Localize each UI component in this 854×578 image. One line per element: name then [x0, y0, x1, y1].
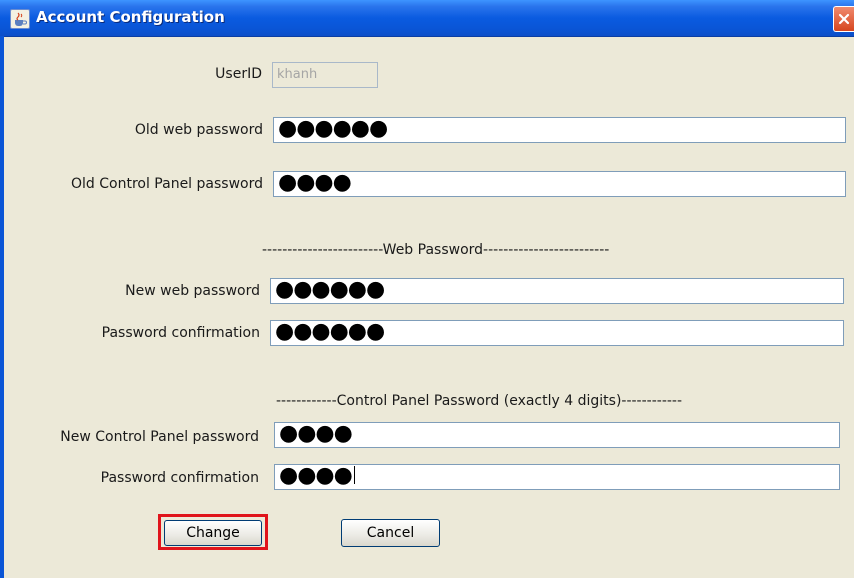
new-web-password-field[interactable]: ●●●●●● — [270, 278, 844, 304]
close-button[interactable] — [833, 6, 854, 32]
old-web-password-field[interactable]: ●●●●●● — [273, 117, 846, 143]
text-caret — [353, 466, 355, 484]
old-control-panel-password-label: Old Control Panel password — [71, 176, 263, 192]
userid-label: UserID — [215, 66, 262, 82]
web-password-confirmation-field[interactable]: ●●●●●● — [270, 320, 844, 346]
userid-field[interactable]: khanh — [272, 62, 378, 88]
new-control-panel-password-field[interactable]: ●●●● — [274, 422, 840, 448]
new-web-password-label: New web password — [125, 283, 260, 299]
new-control-panel-password-label: New Control Panel password — [60, 429, 259, 445]
change-button[interactable]: Change — [164, 520, 262, 546]
old-web-password-label: Old web password — [134, 122, 263, 138]
window-frame-left — [0, 36, 4, 578]
old-control-panel-password-field[interactable]: ●●●● — [273, 171, 846, 197]
account-configuration-dialog: Account Configuration UserID khanh Old w… — [0, 0, 854, 578]
web-password-confirmation-label: Password confirmation — [101, 325, 260, 341]
control-panel-password-section-header: ------------Control Panel Password (exac… — [276, 393, 683, 409]
web-password-section-header: ------------------------Web Password----… — [262, 242, 610, 258]
field-value: ●●●● — [279, 464, 353, 488]
cancel-button[interactable]: Cancel — [341, 519, 440, 547]
title-bar[interactable]: Account Configuration — [0, 0, 854, 37]
control-panel-password-confirmation-label: Password confirmation — [100, 470, 259, 486]
close-icon — [838, 13, 850, 25]
java-cup-icon — [10, 9, 30, 29]
control-panel-password-confirmation-field[interactable]: ●●●● — [274, 464, 840, 490]
window-title: Account Configuration — [36, 8, 225, 26]
